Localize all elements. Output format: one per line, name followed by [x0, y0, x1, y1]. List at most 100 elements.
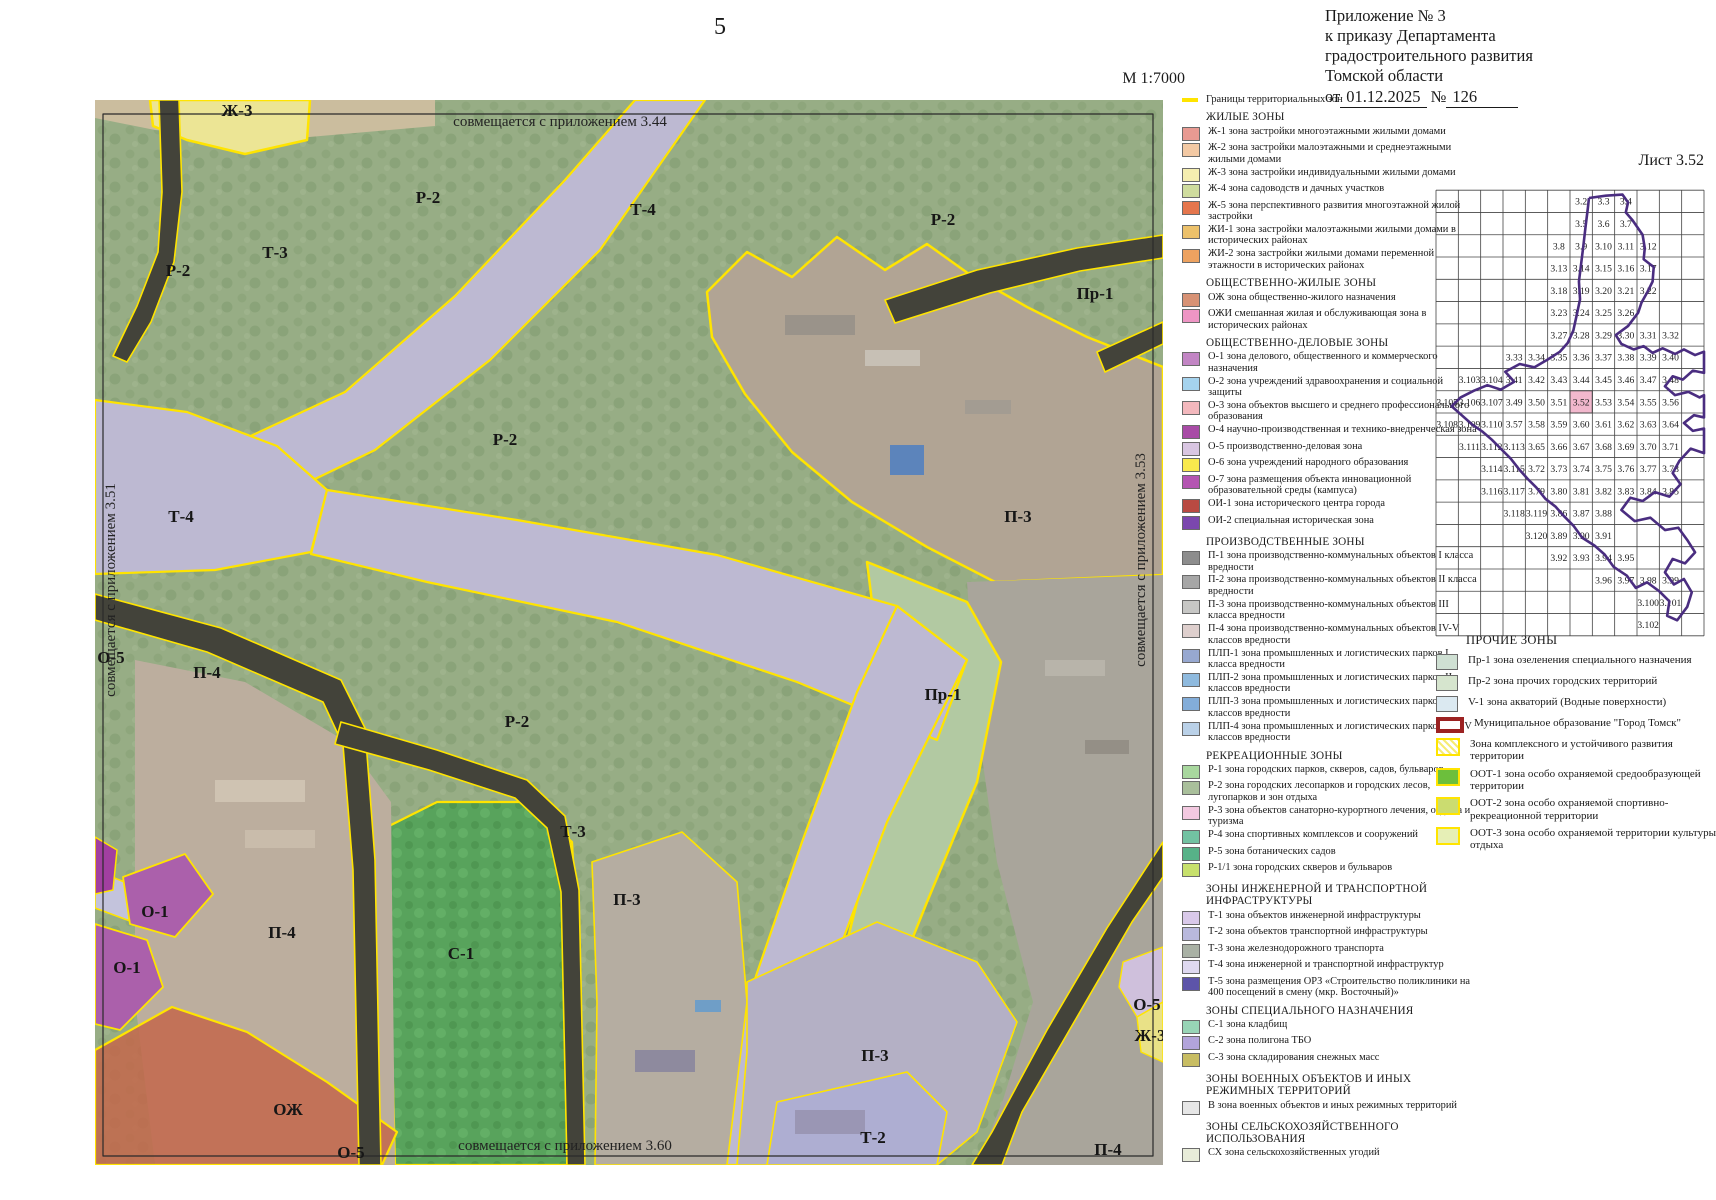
legend-item: Р-5 зона ботанических садов [1182, 846, 1478, 861]
legend-item: Ж-5 зона перспективного развития многоэт… [1182, 200, 1478, 223]
legend-section-title: ЗОНЫ ВОЕННЫХ ОБЪЕКТОВ И ИНЫХ РЕЖИМНЫХ ТЕ… [1206, 1073, 1478, 1098]
zone-color-swatch [1182, 225, 1200, 239]
other-zone-item: Зона комплексного и устойчивого развития… [1436, 738, 1716, 763]
legend-item: О-5 производственно-деловая зона [1182, 441, 1478, 456]
sheet-number: 3.82 [1595, 486, 1612, 497]
other-zone-item: ООТ-3 зона особо охраняемой территории к… [1436, 827, 1716, 852]
legend-item: О-4 научно-производственная и технико-вн… [1182, 424, 1478, 439]
legend-item: Р-4 зона спортивных комплексов и сооруже… [1182, 829, 1478, 844]
header-line: к приказу Департамента [1325, 26, 1655, 46]
legend-item: Т-4 зона инженерной и транспортной инфра… [1182, 959, 1478, 974]
map-zone-label: П-3 [613, 890, 640, 909]
sheet-number: 3.21 [1617, 286, 1634, 297]
building [215, 780, 305, 802]
map-zone-label: П-4 [1094, 1140, 1122, 1159]
legend-item: ОЖ зона общественно-жилого назначения [1182, 292, 1478, 307]
legend: Границы территориальных зонЖИЛЫЕ ЗОНЫЖ-1… [1182, 94, 1478, 1164]
zone-color-swatch [1182, 127, 1200, 141]
sheet-number: 3.67 [1573, 442, 1590, 453]
sheet-number: 3.42 [1528, 375, 1545, 386]
legend-item: Ж-3 зона застройки индивидуальными жилым… [1182, 167, 1478, 182]
legend-item: П-3 зона производственно-коммунальных об… [1182, 599, 1478, 622]
legend-item-label: С-2 зона полигона ТБО [1208, 1035, 1478, 1046]
sheet-number: 3.103 [1459, 375, 1481, 386]
zone-color-swatch [1182, 863, 1200, 877]
zone-color-swatch [1182, 143, 1200, 157]
header-line: Приложение № 3 [1325, 6, 1655, 26]
sheet-number: 3.102 [1637, 620, 1659, 631]
sheet-number: 3.52 [1573, 397, 1590, 408]
map-zone-label: П-3 [1004, 507, 1031, 526]
sheet-number: 3.47 [1640, 375, 1657, 386]
sheet-number: 3.118 [1504, 509, 1525, 520]
sheet-number: 3.66 [1550, 442, 1567, 453]
map-zone-label: Т-3 [560, 822, 586, 841]
zone-color-swatch [1182, 600, 1200, 614]
legend-item-label: Ж-1 зона застройки многоэтажными жилыми … [1208, 126, 1478, 137]
legend-item: Р-2 зона городских лесопарков и городски… [1182, 780, 1478, 803]
legend-section-title: ЗОНЫ ИНЖЕНЕРНОЙ И ТРАНСПОРТНОЙ ИНФРАСТРУ… [1206, 883, 1478, 908]
map-zone-label: О-5 [1133, 995, 1160, 1014]
legend-item: О-1 зона делового, общественного и комме… [1182, 351, 1478, 374]
zone-color-swatch [1182, 309, 1200, 323]
sheet-number: 3.116 [1481, 486, 1502, 497]
document-page: 5 Приложение № 3 к приказу Департамента … [0, 0, 1716, 1200]
sheet-number: 3.106 [1459, 397, 1481, 408]
sheet-number: 3.100 [1637, 598, 1659, 609]
map-zone-label: О-5 [337, 1143, 364, 1162]
legend-item-label: Ж-3 зона застройки индивидуальными жилым… [1208, 167, 1478, 178]
sheet-number: 3.96 [1595, 576, 1612, 587]
sheet-number: 3.53 [1595, 397, 1612, 408]
building [695, 1000, 721, 1012]
zone-color-swatch [1436, 827, 1460, 845]
sheet-number: 3.44 [1573, 375, 1590, 386]
sheet-number: 3.32 [1662, 330, 1679, 341]
zone-color-swatch [1182, 697, 1200, 711]
sheet-number: 3.88 [1595, 509, 1612, 520]
sheet-number: 3.89 [1550, 531, 1567, 542]
sheet-number: 3.104 [1481, 375, 1503, 386]
legend-item: ПЛП-1 зона промышленных и логистических … [1182, 648, 1478, 671]
zone-color-swatch [1436, 738, 1460, 756]
sheet-number: 3.62 [1617, 420, 1634, 431]
sheet-number: 3.113 [1504, 442, 1525, 453]
sheet-number: 3.120 [1526, 531, 1548, 542]
sheet-number: 3.69 [1617, 442, 1634, 453]
sheet-number: 3.71 [1662, 442, 1679, 453]
sheet-number: 3.75 [1595, 464, 1612, 475]
map-zone-label: С-1 [448, 944, 474, 963]
sheet-number: 3.61 [1595, 420, 1612, 431]
legend-item-label: В зона военных объектов и иных режимных … [1208, 1100, 1478, 1111]
zone-color-swatch [1436, 654, 1458, 670]
sheet-number: 3.7 [1620, 219, 1632, 230]
zone-color-swatch [1182, 1148, 1200, 1162]
sheet-number: 3.54 [1617, 397, 1634, 408]
sheet-number: 3.35 [1550, 353, 1567, 364]
zoning-map-canvas: Ж-3Т-3Р-2Р-2Т-4Р-2Пр-1Р-2Т-4П-3О-5П-4Р-2… [95, 100, 1163, 1165]
sheet-number: 3.25 [1595, 308, 1612, 319]
sheet-number: 3.18 [1550, 286, 1567, 297]
sheet-number: 3.36 [1573, 353, 1590, 364]
sheet-number: 3.27 [1550, 330, 1567, 341]
sheet-number: 3.33 [1506, 353, 1523, 364]
sheet-number: 3.50 [1528, 397, 1545, 408]
sheet-number: 3.57 [1506, 420, 1523, 431]
building [1045, 660, 1105, 676]
map-zone-label: Р-2 [166, 261, 191, 280]
header-line: Томской области [1325, 66, 1655, 86]
sheet-number: 3.8 [1553, 241, 1565, 252]
sheet-number: 3.58 [1528, 420, 1545, 431]
legend-item: Т-1 зона объектов инженерной инфраструкт… [1182, 910, 1478, 925]
other-zone-item: V-1 зона акваторий (Водные поверхности) [1436, 696, 1716, 712]
sheet-label: Лист 3.52 [1480, 152, 1704, 170]
zone-color-swatch [1182, 944, 1200, 958]
map-zone-label: Ж-3 [222, 101, 253, 120]
sheet-number: 3.43 [1550, 375, 1567, 386]
legend-item-label: Р-1/1 зона городских скверов и бульваров [1208, 862, 1478, 873]
building [795, 1110, 865, 1134]
legend-item: ПЛП-2 зона промышленных и логистических … [1182, 672, 1478, 695]
legend-item: О-3 зона объектов высшего и среднего про… [1182, 400, 1478, 423]
zone-color-swatch [1182, 516, 1200, 530]
building [965, 400, 1011, 414]
sheet-number: 3.46 [1617, 375, 1634, 386]
